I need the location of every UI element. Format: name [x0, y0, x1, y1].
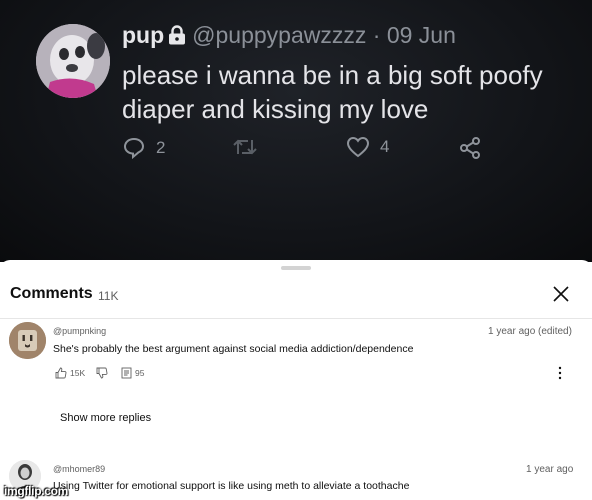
tweet-actions: 2 4	[122, 136, 502, 166]
retweet-button[interactable]	[232, 136, 258, 158]
lock-icon	[168, 24, 186, 51]
display-name[interactable]: pup	[122, 22, 164, 48]
avatar[interactable]	[36, 24, 110, 98]
more-options-button[interactable]	[553, 365, 567, 381]
commenter-avatar[interactable]	[9, 322, 46, 359]
show-more-replies-button[interactable]: Show more replies	[60, 412, 151, 424]
comment-time: 1 year ago (edited)	[488, 326, 572, 337]
thumbs-up-icon	[55, 367, 67, 379]
separator: ·	[372, 22, 381, 48]
comment-time: 1 year ago	[526, 464, 574, 475]
retweet-icon	[232, 136, 258, 158]
comment-text: She's probably the best argument against…	[53, 343, 414, 355]
share-button[interactable]	[458, 136, 482, 160]
like-button[interactable]: 4	[346, 136, 389, 158]
thumbs-down-icon	[96, 367, 108, 379]
user-handle[interactable]: @puppypawzzzz	[192, 22, 366, 48]
comments-title: Comments	[10, 285, 93, 302]
comment-text: Using Twitter for emotional support is l…	[53, 480, 410, 492]
divider	[0, 318, 592, 319]
like-icon	[346, 136, 370, 158]
dislike-button[interactable]	[96, 367, 108, 379]
share-icon	[458, 136, 482, 160]
close-icon	[552, 286, 570, 307]
tweet-card: pup @puppypawzzzz · 09 Jun please i wanna…	[0, 0, 592, 262]
like-count: 4	[380, 137, 390, 156]
reply-count: 2	[156, 138, 166, 157]
drag-handle[interactable]	[281, 266, 311, 270]
tweet-header: pup @puppypawzzzz · 09 Jun	[122, 22, 456, 51]
reply-icon	[122, 136, 146, 160]
replies-button[interactable]: 95	[121, 367, 144, 379]
like-button[interactable]: 15K	[55, 367, 85, 379]
like-count: 15K	[70, 368, 86, 378]
reply-count: 95	[135, 368, 145, 378]
watermark: imgflip.com	[4, 484, 69, 498]
reply-button[interactable]: 2	[122, 136, 165, 160]
tweet-text: please i wanna be in a big soft poofy di…	[122, 60, 543, 124]
reply-icon	[121, 367, 132, 379]
close-button[interactable]	[552, 285, 570, 303]
comment-username[interactable]: @pumpnking	[53, 326, 106, 336]
tweet-date[interactable]: 09 Jun	[387, 22, 456, 48]
comment-username[interactable]: @mhomer89	[53, 464, 105, 474]
comments-count: 11K	[98, 289, 119, 303]
more-vert-icon	[553, 366, 567, 385]
